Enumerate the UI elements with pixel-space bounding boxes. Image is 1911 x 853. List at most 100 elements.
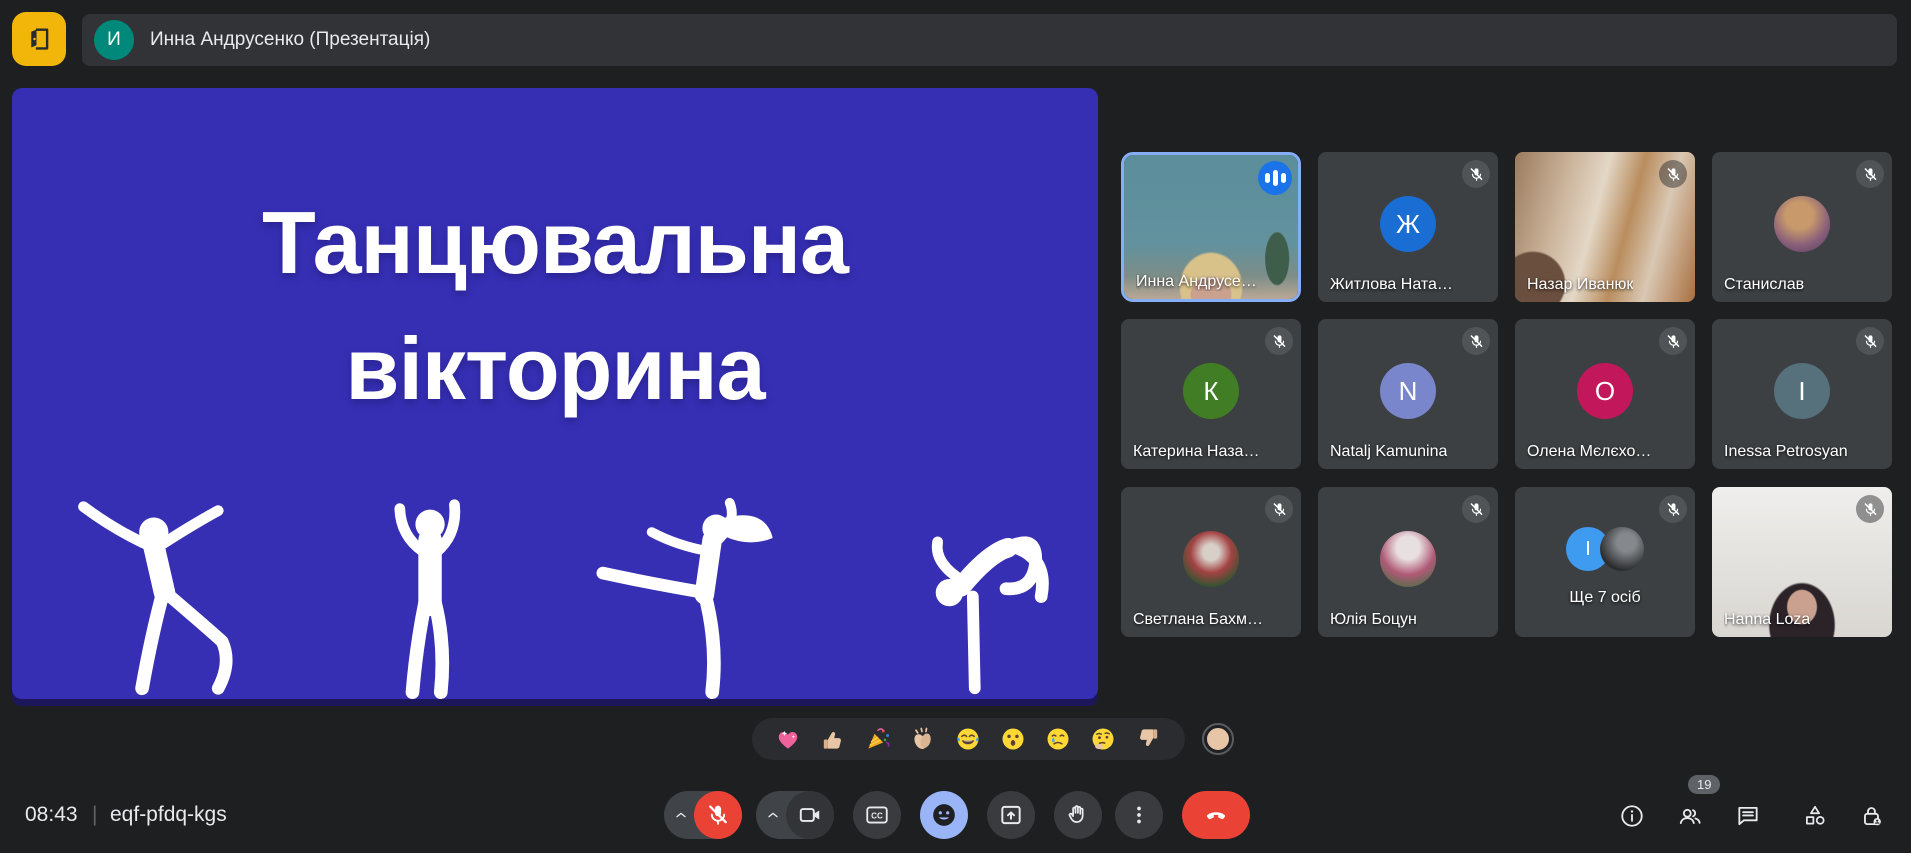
overflow-avatars: I [1566, 527, 1644, 571]
reaction-party-popper-icon[interactable] [864, 725, 892, 753]
end-call-button[interactable] [1182, 791, 1250, 839]
reaction-thumbs-down-icon[interactable] [1134, 725, 1162, 753]
participant-tile[interactable]: Hanna Loza [1712, 487, 1892, 637]
host-lock-icon [1859, 803, 1885, 829]
participant-tile[interactable]: К Катерина Наза… [1121, 319, 1301, 469]
participant-tile[interactable]: N Natalj Kamunina [1318, 319, 1498, 469]
participant-avatar [1774, 196, 1830, 252]
presenter-banner: И Инна Андрусенко (Презентація) [82, 14, 1897, 66]
speaking-indicator-icon [1258, 161, 1292, 195]
info-icon [1619, 803, 1645, 829]
svg-text:CC: CC [871, 812, 883, 821]
mic-button-group [664, 791, 742, 839]
more-vertical-icon [1126, 802, 1152, 828]
participant-avatar: I [1774, 363, 1830, 419]
reactions-bar [752, 718, 1185, 760]
mic-muted-icon [1856, 495, 1884, 523]
participant-name: Олена Мєлєхо… [1527, 443, 1651, 461]
overflow-count-label: Ще 7 осіб [1515, 589, 1695, 607]
participant-avatar [1600, 527, 1644, 571]
slide-title: Танцювальна вікторина [12, 180, 1098, 432]
participant-tile[interactable]: Ж Житлова Ната… [1318, 152, 1498, 302]
participant-avatar: N [1380, 363, 1436, 419]
reaction-crying-face-icon[interactable] [1044, 725, 1072, 753]
meeting-details-button[interactable] [1619, 803, 1645, 829]
participant-count-badge: 19 [1688, 775, 1720, 794]
raise-hand-button[interactable] [1054, 791, 1102, 839]
mic-mute-button[interactable] [694, 791, 742, 839]
participant-tile[interactable]: Инна Андрусе… [1121, 152, 1301, 302]
participant-name: Юлія Боцун [1330, 611, 1417, 629]
mic-off-icon [705, 802, 731, 828]
participant-tile[interactable]: Юлія Боцун [1318, 487, 1498, 637]
dancer-silhouettes [12, 495, 1098, 700]
overflow-participants-tile[interactable]: I Ще 7 осіб [1515, 487, 1695, 637]
camera-button[interactable] [786, 791, 834, 839]
clock-time: 08:43 [25, 803, 78, 827]
mic-muted-icon [1856, 327, 1884, 355]
participant-tile[interactable]: I Inessa Petrosyan [1712, 319, 1892, 469]
reactions-button[interactable] [920, 791, 968, 839]
mic-muted-icon [1659, 327, 1687, 355]
camera-icon [797, 802, 823, 828]
participant-avatar [1183, 531, 1239, 587]
smiley-icon [931, 802, 957, 828]
participant-tile[interactable]: Назар Иванюк [1515, 152, 1695, 302]
reaction-sparkling-heart-icon[interactable] [774, 725, 802, 753]
mic-options-chevron[interactable] [673, 807, 689, 823]
present-screen-icon [998, 802, 1024, 828]
slide-title-line2: вікторина [12, 306, 1098, 432]
chat-icon [1735, 803, 1761, 829]
activities-button[interactable] [1802, 803, 1828, 829]
mic-muted-icon [1462, 327, 1490, 355]
participant-avatar: К [1183, 363, 1239, 419]
participant-name: Станислав [1724, 276, 1804, 294]
reaction-thinking-face-icon[interactable] [1089, 725, 1117, 753]
participant-name: Светлана Бахм… [1133, 611, 1263, 629]
participant-name: Житлова Ната… [1330, 276, 1453, 294]
participant-name: Inessa Petrosyan [1724, 443, 1848, 461]
participant-tile[interactable]: Станислав [1712, 152, 1892, 302]
participant-tile[interactable]: Светлана Бахм… [1121, 487, 1301, 637]
more-options-button[interactable] [1115, 791, 1163, 839]
participant-name: Назар Иванюк [1527, 276, 1633, 294]
people-icon [1677, 803, 1703, 829]
mic-muted-icon [1265, 327, 1293, 355]
divider: | [92, 803, 97, 827]
mic-muted-icon [1462, 495, 1490, 523]
reaction-thumbs-up-icon[interactable] [819, 725, 847, 753]
captions-icon: CC [864, 802, 890, 828]
mic-muted-icon [1659, 160, 1687, 188]
shared-presentation[interactable]: Танцювальна вікторина [12, 88, 1098, 706]
captions-button[interactable]: CC [853, 791, 901, 839]
activities-icon [1802, 803, 1828, 829]
participant-avatar [1380, 531, 1436, 587]
participant-name: Инна Андрусе… [1136, 273, 1257, 291]
mic-muted-icon [1265, 495, 1293, 523]
meet-logo-button[interactable] [12, 12, 66, 66]
host-controls-button[interactable] [1859, 803, 1885, 829]
participant-name: Катерина Наза… [1133, 443, 1259, 461]
participants-button[interactable] [1677, 803, 1703, 829]
chat-button[interactable] [1735, 803, 1761, 829]
camera-button-group [756, 791, 834, 839]
participant-avatar: Ж [1380, 196, 1436, 252]
slide-title-line1: Танцювальна [12, 180, 1098, 306]
reaction-clapping-hands-icon[interactable] [909, 725, 937, 753]
participant-avatar: О [1577, 363, 1633, 419]
mic-muted-icon [1462, 160, 1490, 188]
presenter-avatar: И [94, 20, 134, 60]
door-open-icon [24, 24, 54, 54]
presenter-name: Инна Андрусенко (Презентація) [150, 29, 430, 51]
reaction-joy-face-icon[interactable] [954, 725, 982, 753]
end-call-icon [1203, 802, 1229, 828]
participant-tile[interactable]: О Олена Мєлєхо… [1515, 319, 1695, 469]
skin-tone-selector[interactable] [1204, 725, 1232, 753]
reaction-surprised-face-icon[interactable] [999, 725, 1027, 753]
camera-options-chevron[interactable] [765, 807, 781, 823]
participant-name: Natalj Kamunina [1330, 443, 1447, 461]
present-screen-button[interactable] [987, 791, 1035, 839]
participant-name: Hanna Loza [1724, 611, 1810, 629]
mic-muted-icon [1659, 495, 1687, 523]
mic-muted-icon [1856, 160, 1884, 188]
